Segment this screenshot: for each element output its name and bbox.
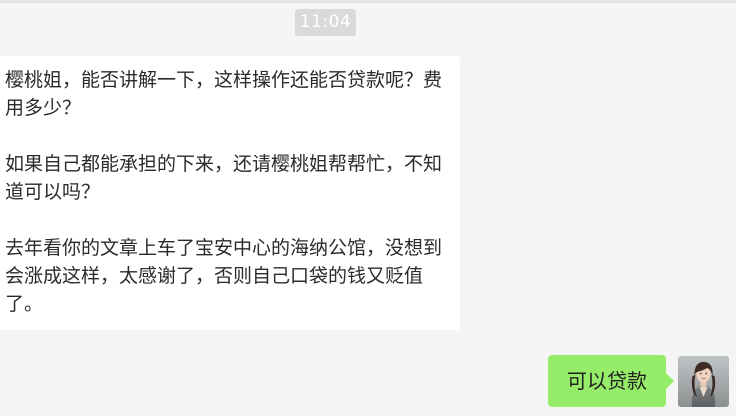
chat-window: 11:04 樱桃姐，能否讲解一下，这样操作还能否贷款呢？费用多少？ 如果自己都能… bbox=[0, 0, 736, 416]
incoming-message-paragraph-1: 樱桃姐，能否讲解一下，这样操作还能否贷款呢？费用多少？ bbox=[5, 69, 443, 119]
message-timestamp: 11:04 bbox=[295, 9, 356, 36]
incoming-message-bubble[interactable]: 樱桃姐，能否讲解一下，这样操作还能否贷款呢？费用多少？ 如果自己都能承担的下来，… bbox=[0, 56, 460, 330]
top-divider bbox=[0, 0, 736, 3]
outgoing-message-bubble[interactable]: 可以贷款 bbox=[548, 355, 674, 407]
user-avatar-photo-icon bbox=[678, 356, 729, 407]
user-avatar[interactable] bbox=[678, 356, 729, 407]
incoming-message-paragraph-2: 如果自己都能承担的下来，还请樱桃姐帮帮忙，不知道可以吗？ bbox=[5, 153, 443, 203]
outgoing-message-text: 可以贷款 bbox=[567, 369, 647, 393]
incoming-message-paragraph-3: 去年看你的文章上车了宝安中心的海纳公馆，没想到会涨成这样，太感谢了，否则自己口袋… bbox=[5, 237, 443, 315]
